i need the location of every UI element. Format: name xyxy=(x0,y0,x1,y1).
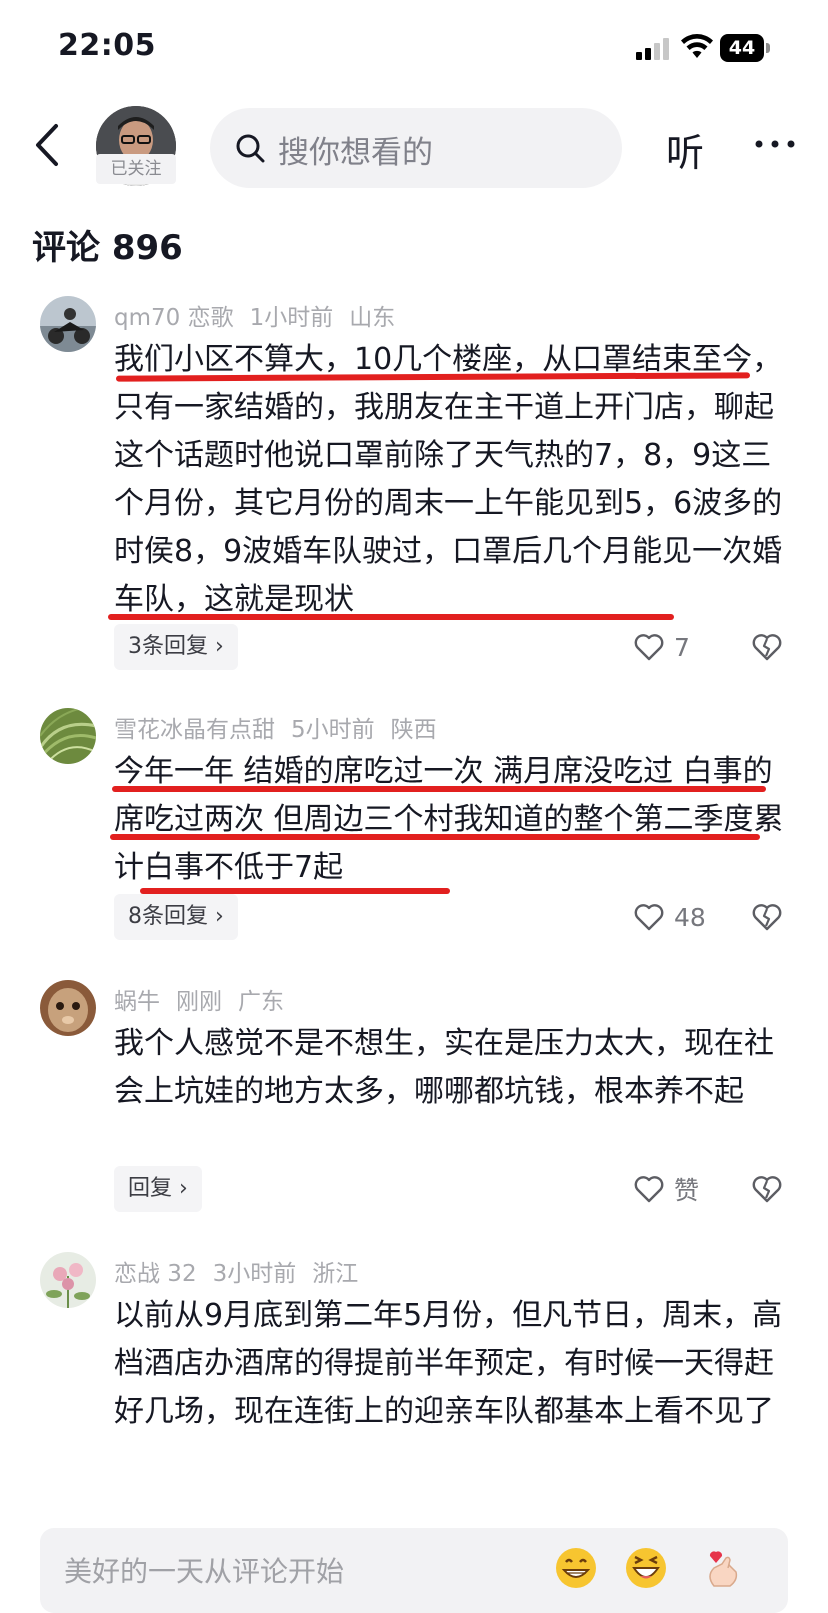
comment-location: 浙江 xyxy=(312,1261,359,1287)
user-avatar[interactable] xyxy=(40,980,96,1036)
reply-button[interactable]: 回复 › xyxy=(114,1166,202,1212)
heart-icon xyxy=(634,904,664,931)
laugh-emoji-icon[interactable] xyxy=(624,1546,668,1590)
comment-time: 3小时前 xyxy=(212,1261,297,1287)
user-avatar[interactable] xyxy=(40,296,96,352)
bottom-comment-bar: 美好的一天从评论开始 xyxy=(0,1528,828,1613)
wifi-icon xyxy=(681,34,713,58)
comment-username[interactable]: 蜗牛 xyxy=(114,989,160,1015)
broken-heart-icon[interactable] xyxy=(752,632,782,662)
battery-icon: 44 xyxy=(720,34,770,62)
user-avatar[interactable] xyxy=(40,1252,96,1308)
like-label: 赞 xyxy=(674,1176,700,1205)
comment-meta: 恋战 32 3小时前 浙江 xyxy=(114,1254,374,1288)
search-icon xyxy=(236,134,265,163)
comment-time: 1小时前 xyxy=(249,305,334,331)
comment-meta: 雪花冰晶有点甜 5小时前 陕西 xyxy=(114,710,453,744)
comment-username[interactable]: 恋战 32 xyxy=(114,1261,197,1287)
red-underline xyxy=(110,834,760,840)
broken-heart-icon[interactable] xyxy=(752,1174,782,1204)
view-replies-button[interactable]: 3条回复 › xyxy=(114,624,238,670)
followed-badge[interactable]: 已关注 xyxy=(96,154,176,184)
search-placeholder: 搜你想看的 xyxy=(278,135,433,171)
like-button[interactable]: 7 xyxy=(634,624,690,670)
heart-icon xyxy=(634,634,664,661)
view-replies-button[interactable]: 8条回复 › xyxy=(114,894,238,940)
comment-text[interactable]: 以前从9月底到第二年5月份，但凡节日，周末，高档酒店办酒席的得提前半年预定，有时… xyxy=(114,1292,794,1436)
comment-text[interactable]: 今年一年 结婚的席吃过一次 满月席没吃过 白事的席吃过两次 但周边三个村我知道的… xyxy=(114,748,794,892)
more-icon[interactable] xyxy=(752,122,798,162)
user-avatar[interactable] xyxy=(40,708,96,764)
comment-input-placeholder: 美好的一天从评论开始 xyxy=(64,1555,345,1588)
back-arrow-icon[interactable] xyxy=(26,120,70,170)
comment-location: 陕西 xyxy=(390,717,437,743)
comment-text[interactable]: 我个人感觉不是不想生，实在是压力太大，现在社会上坑娃的地方太多，哪哪都坑钱，根本… xyxy=(114,1020,794,1116)
battery-level: 44 xyxy=(720,34,764,62)
comment-meta: 蜗牛 刚刚 广东 xyxy=(114,982,300,1016)
comment-time: 5小时前 xyxy=(291,717,375,743)
broken-heart-icon[interactable] xyxy=(752,902,782,932)
status-time: 22:05 xyxy=(58,28,156,63)
red-underline xyxy=(108,614,674,620)
comment-item: 蜗牛 刚刚 广东 我个人感觉不是不想生，实在是压力太大，现在社会上坑娃的地方太多，哪… xyxy=(0,980,828,1220)
comment-count-title: 评论 896 xyxy=(32,228,183,268)
comment-location: 山东 xyxy=(349,305,396,331)
like-count: 7 xyxy=(674,632,690,662)
comment-item: 雪花冰晶有点甜 5小时前 陕西 今年一年 结婚的席吃过一次 满月席没吃过 白事的席吃… xyxy=(0,708,828,948)
comment-item: 恋战 32 3小时前 浙江 以前从9月底到第二年5月份，但凡节日，周末，高档酒店办酒… xyxy=(0,1252,828,1492)
search-input[interactable]: 搜你想看的 xyxy=(210,108,622,188)
comment-input[interactable]: 美好的一天从评论开始 xyxy=(40,1528,788,1613)
comment-username[interactable]: qm70 恋歌 xyxy=(114,305,234,331)
comment-location: 广东 xyxy=(238,989,284,1015)
comment-item: qm70 恋歌 1小时前 山东 我们小区不算大，10几个楼座，从口罩结束至今，只有一… xyxy=(0,296,828,676)
like-button[interactable]: 48 xyxy=(634,894,706,940)
cellular-signal-icon xyxy=(636,38,672,60)
comment-time: 刚刚 xyxy=(176,989,222,1015)
finger-heart-icon[interactable] xyxy=(700,1546,744,1590)
grin-emoji-icon[interactable] xyxy=(554,1546,598,1590)
comment-meta: qm70 恋歌 1小时前 山东 xyxy=(114,298,411,332)
top-nav: 已关注 搜你想看的 听 xyxy=(0,100,828,200)
status-bar: 22:05 44 xyxy=(0,0,828,100)
listen-button[interactable]: 听 xyxy=(666,122,704,177)
like-count: 48 xyxy=(674,902,706,932)
like-button[interactable]: 赞 xyxy=(634,1166,699,1212)
comment-username[interactable]: 雪花冰晶有点甜 xyxy=(114,717,275,743)
red-underline xyxy=(112,786,766,792)
heart-icon xyxy=(634,1176,664,1203)
